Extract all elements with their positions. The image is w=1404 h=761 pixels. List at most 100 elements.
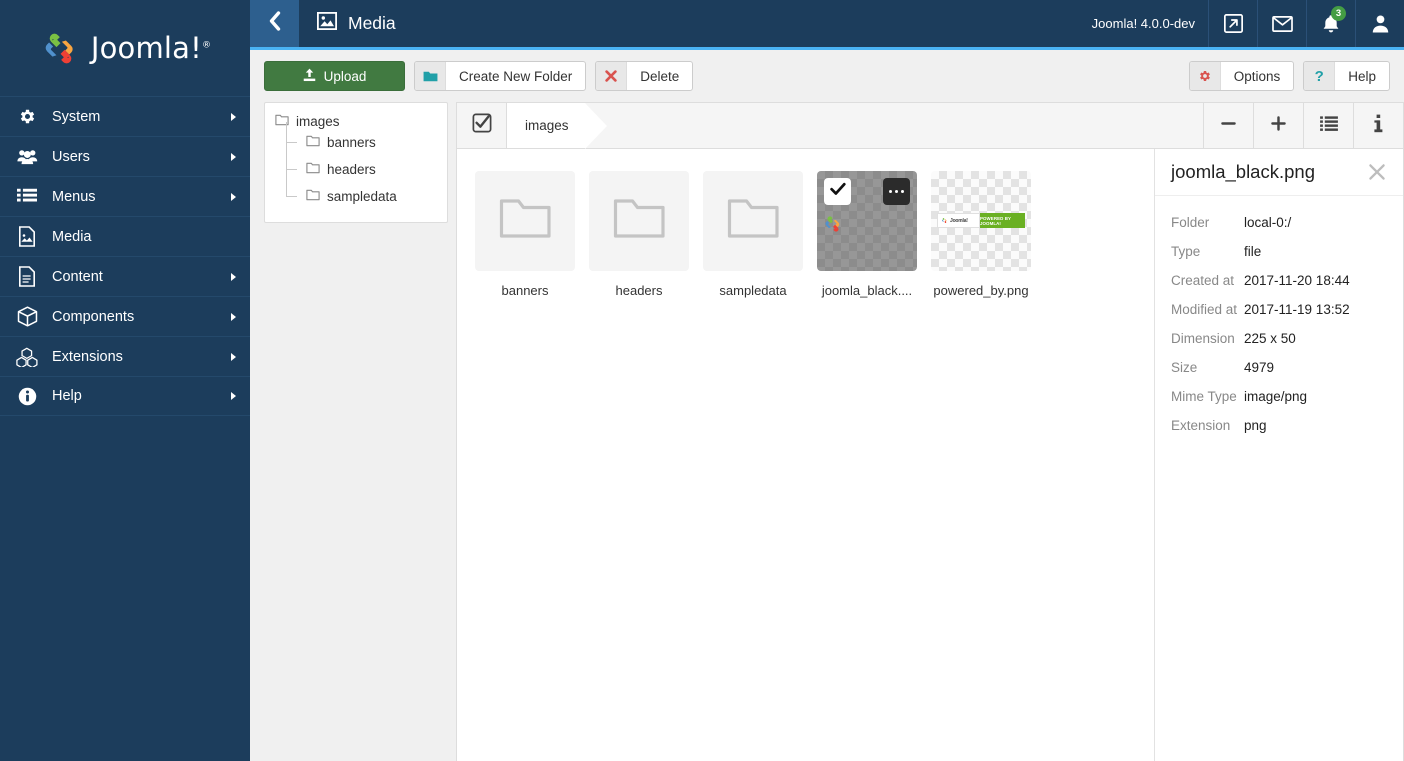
info-key: Extension — [1171, 418, 1231, 433]
info-key: Dimension — [1171, 331, 1235, 346]
media-thumbnail — [589, 171, 689, 271]
sidebar-item-extensions[interactable]: Extensions — [0, 336, 250, 376]
info-row: Type file — [1171, 241, 1389, 262]
sidebar-item-system[interactable]: System — [0, 96, 250, 136]
sidebar-item-users[interactable]: Users — [0, 136, 250, 176]
folder-outline-icon — [499, 196, 551, 246]
info-row: Size 4979 — [1171, 357, 1389, 378]
folder-outline-icon — [306, 135, 320, 150]
ellipsis-icon — [888, 189, 905, 194]
info-row: Created at 2017-11-20 18:44 — [1171, 270, 1389, 291]
folder-tree-panel: images banners headers sampledata — [250, 102, 456, 761]
media-item-label: headers — [615, 283, 663, 298]
info-panel-close-button[interactable] — [1365, 160, 1389, 184]
admin-app: Joomla!® System Users Menus Media Conten… — [0, 0, 1404, 761]
tree-item-label: images — [296, 114, 340, 129]
upload-button[interactable]: Upload — [264, 61, 405, 91]
media-item-checkbox[interactable] — [824, 178, 851, 205]
sidebar-toggle-button[interactable] — [250, 0, 299, 47]
media-thumbnail — [703, 171, 803, 271]
info-row: Modified at 2017-11-19 13:52 — [1171, 299, 1389, 320]
tree-item-label: banners — [327, 135, 376, 150]
chevron-right-icon — [231, 272, 236, 281]
preview-site-icon[interactable] — [1208, 0, 1257, 47]
zoom-in-button[interactable] — [1253, 103, 1303, 148]
notifications-icon[interactable]: 3 — [1306, 0, 1355, 47]
checkbox-checked-icon — [472, 113, 492, 138]
zoom-out-button[interactable] — [1203, 103, 1253, 148]
sidebar-item-menus[interactable]: Menus — [0, 176, 250, 216]
media-item-joomla-black[interactable]: joomla_black.... — [817, 171, 931, 298]
blocks-icon — [12, 347, 42, 367]
info-row: Folder local-0:/ — [1171, 212, 1389, 233]
messages-icon[interactable] — [1257, 0, 1306, 47]
sidebar: Joomla!® System Users Menus Media Conten… — [0, 0, 250, 761]
check-icon — [829, 182, 846, 201]
media-item-menu-button[interactable] — [883, 178, 910, 205]
folder-outline-icon — [727, 196, 779, 246]
sidebar-item-label: Menus — [52, 188, 96, 205]
help-label: Help — [1348, 68, 1376, 84]
user-account-icon[interactable] — [1355, 0, 1404, 47]
sidebar-item-label: Extensions — [52, 348, 123, 365]
media-grid: banners headers sampledata joomla_black.… — [457, 149, 1154, 761]
gear-icon — [12, 107, 42, 126]
tree-item-label: sampledata — [327, 189, 397, 204]
folder-outline-icon — [306, 189, 320, 204]
powered-by-right-text: POWERED BY JOOMLA! — [980, 215, 1011, 226]
info-key: Created at — [1171, 273, 1235, 288]
media-item-powered-by[interactable]: Joomla! POWERED BY JOOMLA! powered_by.pn… — [931, 171, 1045, 298]
chevron-right-icon — [231, 352, 236, 361]
info-value: file — [1244, 244, 1262, 259]
breadcrumb-item-images[interactable]: images — [507, 103, 606, 149]
brand-name: Joomla!® — [90, 31, 212, 65]
toggle-info-button[interactable] — [1353, 103, 1403, 148]
joomla-logo-icon — [822, 213, 844, 240]
media-item-sampledata[interactable]: sampledata — [703, 171, 817, 298]
media-item-banners[interactable]: banners — [475, 171, 589, 298]
folder-tree: images banners headers sampledata — [264, 102, 448, 223]
joomla-logo-icon — [39, 27, 82, 70]
breadcrumb: images — [507, 103, 606, 149]
delete-button[interactable]: Delete — [595, 61, 694, 91]
tree-item-banners[interactable]: banners — [286, 122, 437, 156]
top-header: Media Joomla! 4.0.0-dev 3 — [250, 0, 1404, 47]
brand-logo[interactable]: Joomla!® — [0, 0, 250, 96]
help-button[interactable]: ? Help — [1303, 61, 1390, 91]
media-thumbnail — [817, 171, 917, 271]
grid-wrapper: banners headers sampledata joomla_black.… — [457, 149, 1403, 761]
tree-item-sampledata[interactable]: sampledata — [286, 176, 437, 210]
options-button[interactable]: Options — [1188, 61, 1295, 91]
sidebar-item-components[interactable]: Components — [0, 296, 250, 336]
tree-item-images[interactable]: images — [275, 114, 437, 129]
sidebar-item-media[interactable]: Media — [0, 216, 250, 256]
create-new-folder-button[interactable]: Create New Folder — [414, 61, 587, 91]
info-value: local-0:/ — [1244, 215, 1292, 230]
page-title: Media — [299, 0, 1092, 47]
powered-by-banner: Joomla! POWERED BY JOOMLA! — [937, 213, 1025, 228]
info-key: Mime Type — [1171, 389, 1237, 404]
info-row: Dimension 225 x 50 — [1171, 328, 1389, 349]
chevron-right-icon — [231, 392, 236, 400]
delete-label: Delete — [640, 68, 680, 84]
sidebar-item-label: Users — [52, 148, 90, 165]
plus-icon — [1270, 115, 1287, 137]
powered-by-logo: Joomla! — [937, 213, 980, 228]
sidebar-item-help[interactable]: Help — [0, 376, 250, 416]
media-item-label: banners — [501, 283, 549, 298]
info-panel-header: joomla_black.png — [1155, 149, 1403, 196]
sidebar-item-label: Help — [52, 388, 82, 404]
sidebar-item-content[interactable]: Content — [0, 256, 250, 296]
create-new-folder-label: Create New Folder — [459, 68, 573, 84]
chevron-right-icon — [231, 112, 236, 121]
info-panel-title: joomla_black.png — [1171, 161, 1315, 182]
page-title-text: Media — [348, 13, 396, 33]
info-value: 2017-11-19 13:52 — [1244, 302, 1350, 317]
media-item-headers[interactable]: headers — [589, 171, 703, 298]
info-value: 225 x 50 — [1244, 331, 1296, 346]
tree-item-headers[interactable]: headers — [286, 149, 437, 183]
toggle-list-view-button[interactable] — [1303, 103, 1353, 148]
sidebar-item-label: System — [52, 108, 101, 125]
select-all-checkbox[interactable] — [457, 103, 507, 148]
file-browser: images banners headers sampledata joomla… — [456, 102, 1404, 761]
